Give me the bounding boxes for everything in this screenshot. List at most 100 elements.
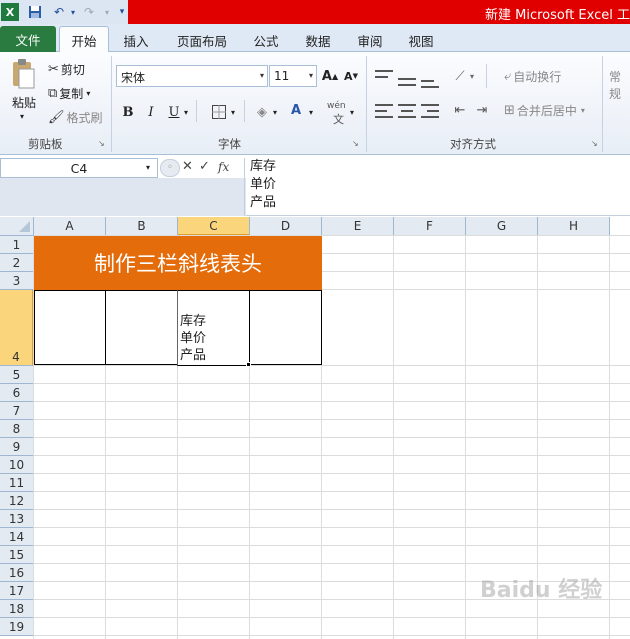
- tab-page-layout[interactable]: 页面布局: [170, 28, 234, 52]
- font-name-combo[interactable]: 宋体 ▾: [116, 65, 268, 87]
- font-color-button[interactable]: A: [286, 100, 306, 120]
- row-header-9[interactable]: 9: [0, 438, 34, 456]
- column-header-d[interactable]: D: [250, 217, 322, 236]
- tab-home[interactable]: 开始: [59, 26, 109, 53]
- row-header-14[interactable]: 14: [0, 528, 34, 546]
- merged-title-cell[interactable]: 制作三栏斜线表头: [34, 236, 322, 290]
- column-header-e[interactable]: E: [322, 217, 394, 236]
- group-separator: [111, 56, 112, 152]
- cell-a4[interactable]: [34, 290, 106, 365]
- alignment-launcher-icon[interactable]: ↘: [591, 139, 598, 148]
- formula-bar-handle-icon[interactable]: ◦: [160, 159, 180, 177]
- fill-color-dropdown-icon[interactable]: ▾: [273, 108, 277, 117]
- font-group-label: 字体: [218, 137, 241, 151]
- align-left-icon[interactable]: [375, 104, 393, 118]
- borders-icon[interactable]: [209, 102, 229, 122]
- grid-hline: [34, 491, 630, 492]
- borders-dropdown-icon[interactable]: ▾: [231, 108, 235, 117]
- shrink-font-label: A: [344, 69, 353, 83]
- merge-dropdown-icon: ▾: [580, 106, 585, 115]
- row-header-15[interactable]: 15: [0, 546, 34, 564]
- row-header-2[interactable]: 2: [0, 254, 34, 272]
- format-painter-label: 格式刷: [66, 111, 103, 125]
- phonetic-button[interactable]: wén: [327, 101, 346, 111]
- row-header-7[interactable]: 7: [0, 402, 34, 420]
- font-size-combo[interactable]: 11 ▾: [269, 65, 317, 87]
- align-middle-icon[interactable]: [398, 72, 416, 86]
- group-separator: [602, 56, 603, 152]
- row-header-4[interactable]: 4: [0, 290, 34, 366]
- row-header-5[interactable]: 5: [0, 366, 34, 384]
- row-header-16[interactable]: 16: [0, 564, 34, 582]
- row-header-3[interactable]: 3: [0, 272, 34, 290]
- divider: [244, 100, 245, 122]
- tab-data[interactable]: 数据: [298, 28, 338, 52]
- shrink-font-button[interactable]: A ▼: [341, 66, 361, 86]
- row-header-11[interactable]: 11: [0, 474, 34, 492]
- select-all-corner[interactable]: [0, 217, 34, 236]
- row-header-17[interactable]: 17: [0, 582, 34, 600]
- row-header-13[interactable]: 13: [0, 510, 34, 528]
- merge-center-button[interactable]: ⊞ 合并后居中 ▾: [504, 102, 585, 119]
- row-header-18[interactable]: 18: [0, 600, 34, 618]
- increase-indent-icon[interactable]: ⇥: [472, 100, 492, 120]
- underline-dropdown-icon[interactable]: ▾: [184, 108, 188, 117]
- name-box-dropdown-icon[interactable]: ▾: [146, 163, 150, 172]
- cell-d4[interactable]: [249, 290, 322, 365]
- font-color-dropdown-icon[interactable]: ▾: [309, 108, 313, 117]
- column-header-h[interactable]: H: [538, 217, 610, 236]
- column-header-a[interactable]: A: [34, 217, 106, 236]
- enter-icon[interactable]: ✓: [199, 159, 210, 174]
- window-title: 新建 Microsoft Excel 工: [485, 8, 630, 23]
- paste-icon[interactable]: [10, 58, 36, 90]
- number-format-combo[interactable]: 常规: [609, 68, 630, 102]
- align-top-icon[interactable]: [375, 70, 393, 84]
- row-header-1[interactable]: 1: [0, 236, 34, 254]
- paste-button[interactable]: 粘贴: [12, 94, 36, 111]
- name-box[interactable]: C4: [0, 158, 158, 178]
- column-header-c[interactable]: C: [178, 217, 250, 236]
- decrease-indent-icon[interactable]: ⇤: [450, 100, 470, 120]
- tab-formulas[interactable]: 公式: [246, 28, 286, 52]
- align-right-icon[interactable]: [421, 104, 439, 118]
- bold-button[interactable]: B: [118, 102, 138, 122]
- row-header-6[interactable]: 6: [0, 384, 34, 402]
- tab-file[interactable]: 文件: [0, 26, 56, 52]
- fill-handle[interactable]: [246, 362, 251, 367]
- paste-dropdown-icon[interactable]: ▾: [20, 112, 24, 121]
- font-launcher-icon[interactable]: ↘: [352, 139, 359, 148]
- row-header-19[interactable]: 19: [0, 618, 34, 636]
- save-icon[interactable]: [26, 3, 44, 21]
- cut-button[interactable]: ✂ 剪切: [48, 61, 85, 78]
- column-header-b[interactable]: B: [106, 217, 178, 236]
- cancel-icon[interactable]: ✕: [182, 159, 193, 174]
- align-center-icon[interactable]: [398, 104, 416, 118]
- orientation-dropdown-icon[interactable]: ▾: [470, 72, 474, 81]
- copy-button[interactable]: ⧉ 复制 ▾: [48, 85, 90, 102]
- clipboard-launcher-icon[interactable]: ↘: [98, 139, 105, 148]
- phonetic-dropdown-icon[interactable]: ▾: [350, 108, 354, 117]
- title-bar-highlight: 新建 Microsoft Excel 工: [128, 0, 630, 24]
- row-header-8[interactable]: 8: [0, 420, 34, 438]
- row-header-10[interactable]: 10: [0, 456, 34, 474]
- row-header-12[interactable]: 12: [0, 492, 34, 510]
- excel-icon[interactable]: X: [1, 3, 19, 21]
- font-size-value: 11: [274, 69, 290, 83]
- column-header-g[interactable]: G: [466, 217, 538, 236]
- italic-button[interactable]: I: [141, 102, 161, 122]
- orientation-icon[interactable]: ⟋: [450, 66, 470, 86]
- grow-font-button[interactable]: A ▲: [320, 66, 340, 86]
- tab-insert[interactable]: 插入: [116, 28, 156, 52]
- tab-view[interactable]: 视图: [401, 28, 441, 52]
- underline-button[interactable]: U: [164, 102, 184, 122]
- formula-input[interactable]: 库存 单价 产品: [250, 158, 276, 212]
- wrap-text-button[interactable]: ⤶ 自动换行: [504, 68, 561, 85]
- tab-review[interactable]: 审阅: [350, 28, 390, 52]
- align-bottom-icon[interactable]: [421, 74, 439, 88]
- column-header-f[interactable]: F: [394, 217, 466, 236]
- insert-function-icon[interactable]: fx: [218, 160, 229, 174]
- cell-b4[interactable]: [105, 290, 178, 365]
- fill-color-icon[interactable]: ◈: [252, 102, 272, 122]
- redo-icon[interactable]: ↷: [80, 3, 98, 21]
- format-painter-button[interactable]: 🖌 格式刷: [48, 109, 103, 126]
